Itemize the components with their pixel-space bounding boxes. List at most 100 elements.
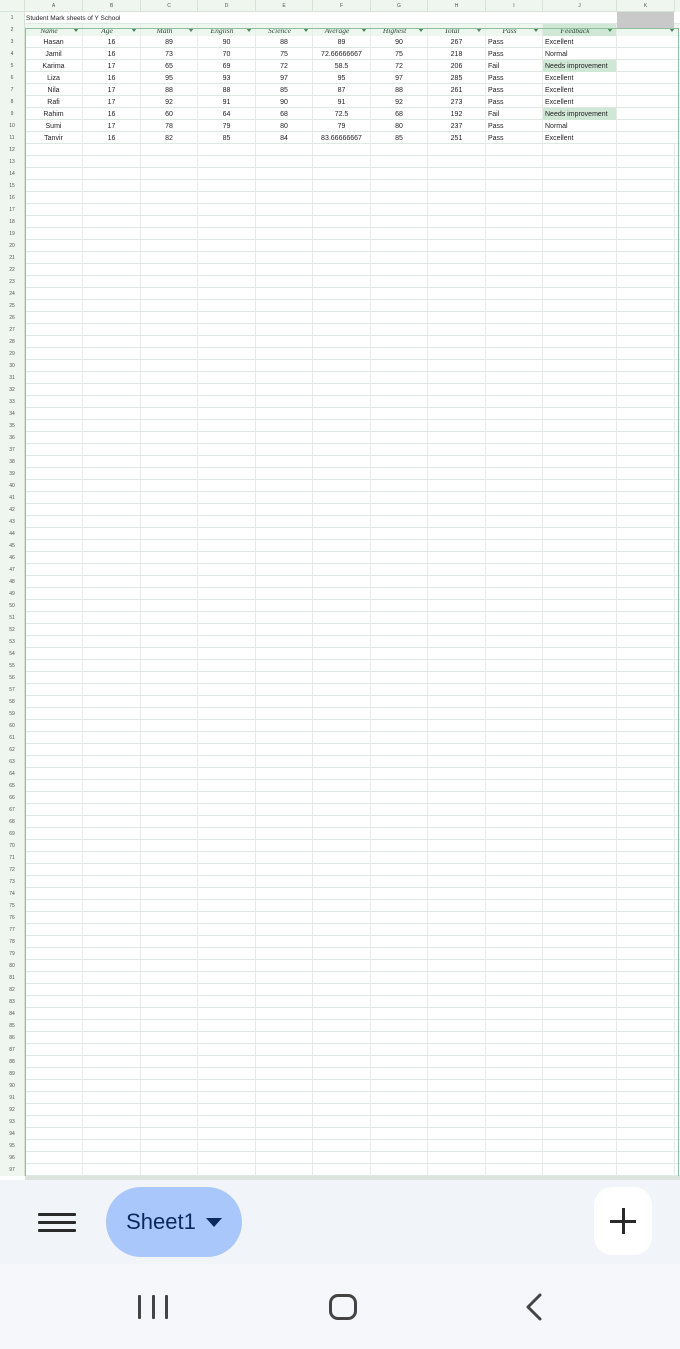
empty-cell[interactable] <box>25 876 83 888</box>
empty-cell[interactable] <box>371 528 428 540</box>
empty-cell[interactable] <box>617 1152 675 1164</box>
empty-cell[interactable] <box>428 636 486 648</box>
empty-cell[interactable] <box>428 1032 486 1044</box>
empty-cell[interactable] <box>141 948 198 960</box>
data-cell[interactable]: Excellent <box>543 36 617 48</box>
empty-cell[interactable] <box>617 408 675 420</box>
empty-cell[interactable] <box>543 624 617 636</box>
empty-cell[interactable] <box>313 348 371 360</box>
empty-cell[interactable] <box>428 720 486 732</box>
empty-cell[interactable] <box>428 576 486 588</box>
empty-cell[interactable] <box>313 588 371 600</box>
empty-cell[interactable] <box>141 600 198 612</box>
data-cell[interactable]: 17 <box>83 96 141 108</box>
empty-cell[interactable] <box>313 708 371 720</box>
empty-cell[interactable] <box>617 396 675 408</box>
row-header[interactable]: 89 <box>0 1068 25 1080</box>
empty-cell[interactable] <box>617 1080 675 1092</box>
empty-cell[interactable] <box>543 876 617 888</box>
empty-cell[interactable] <box>198 276 256 288</box>
empty-cell[interactable] <box>83 324 141 336</box>
empty-cell[interactable] <box>198 228 256 240</box>
empty-cell[interactable] <box>486 1080 543 1092</box>
empty-cell[interactable] <box>25 864 83 876</box>
empty-cell[interactable] <box>617 588 675 600</box>
empty-cell[interactable] <box>256 276 313 288</box>
data-cell[interactable]: 17 <box>83 84 141 96</box>
empty-cell[interactable] <box>141 540 198 552</box>
empty-cell[interactable] <box>313 252 371 264</box>
empty-cell[interactable] <box>428 852 486 864</box>
empty-cell[interactable] <box>428 792 486 804</box>
row-header[interactable]: 22 <box>0 264 25 276</box>
empty-cell[interactable] <box>617 348 675 360</box>
data-cell[interactable]: 88 <box>198 84 256 96</box>
empty-cell[interactable] <box>83 828 141 840</box>
empty-cell[interactable] <box>25 660 83 672</box>
empty-cell[interactable] <box>371 984 428 996</box>
data-cell[interactable]: Excellent <box>543 72 617 84</box>
empty-cell[interactable] <box>256 1056 313 1068</box>
data-cell[interactable]: 97 <box>256 72 313 84</box>
empty-cell[interactable] <box>543 1128 617 1140</box>
empty-cell[interactable] <box>371 672 428 684</box>
data-cell[interactable]: 218 <box>428 48 486 60</box>
empty-cell[interactable] <box>543 948 617 960</box>
data-cell[interactable]: Liza <box>25 72 83 84</box>
empty-cell[interactable] <box>256 816 313 828</box>
data-cell[interactable]: 68 <box>371 108 428 120</box>
empty-cell[interactable] <box>371 864 428 876</box>
empty-cell[interactable] <box>617 516 675 528</box>
empty-cell[interactable] <box>141 348 198 360</box>
empty-cell[interactable] <box>141 1032 198 1044</box>
empty-cell[interactable] <box>428 876 486 888</box>
empty-cell[interactable] <box>25 720 83 732</box>
empty-cell[interactable] <box>256 852 313 864</box>
empty-cell[interactable] <box>313 312 371 324</box>
data-cell[interactable]: Needs improvement <box>543 60 617 72</box>
empty-cell[interactable] <box>313 1056 371 1068</box>
empty-cell[interactable] <box>198 792 256 804</box>
empty-cell[interactable] <box>141 924 198 936</box>
empty-cell[interactable] <box>198 1104 256 1116</box>
empty-cell[interactable] <box>428 552 486 564</box>
empty-cell[interactable] <box>428 1140 486 1152</box>
empty-cell[interactable] <box>83 852 141 864</box>
row-header[interactable]: 43 <box>0 516 25 528</box>
empty-cell[interactable] <box>141 672 198 684</box>
empty-cell[interactable] <box>141 336 198 348</box>
filter-icon[interactable] <box>361 28 367 32</box>
empty-cell[interactable] <box>371 564 428 576</box>
empty-cell[interactable] <box>428 972 486 984</box>
empty-cell[interactable] <box>543 480 617 492</box>
empty-cell[interactable] <box>256 372 313 384</box>
empty-cell[interactable] <box>198 1056 256 1068</box>
empty-cell[interactable] <box>486 552 543 564</box>
data-cell[interactable]: 92 <box>141 96 198 108</box>
empty-cell[interactable] <box>313 1020 371 1032</box>
empty-cell[interactable] <box>617 768 675 780</box>
empty-cell[interactable] <box>371 588 428 600</box>
empty-cell[interactable] <box>543 168 617 180</box>
row-header[interactable]: 20 <box>0 240 25 252</box>
empty-cell[interactable] <box>83 480 141 492</box>
empty-cell[interactable] <box>83 528 141 540</box>
empty-cell[interactable] <box>486 204 543 216</box>
empty-cell[interactable] <box>83 276 141 288</box>
empty-cell[interactable] <box>486 684 543 696</box>
empty-cell[interactable] <box>256 168 313 180</box>
empty-cell[interactable] <box>141 240 198 252</box>
empty-cell[interactable] <box>25 576 83 588</box>
empty-cell[interactable] <box>198 480 256 492</box>
row-header[interactable]: 6 <box>0 72 25 84</box>
row-header[interactable]: 17 <box>0 204 25 216</box>
empty-cell[interactable] <box>543 804 617 816</box>
row-header[interactable]: 84 <box>0 1008 25 1020</box>
empty-cell[interactable] <box>198 1020 256 1032</box>
empty-cell[interactable] <box>25 540 83 552</box>
empty-cell[interactable] <box>486 816 543 828</box>
empty-cell[interactable] <box>486 888 543 900</box>
empty-cell[interactable] <box>617 888 675 900</box>
empty-cell[interactable] <box>371 336 428 348</box>
data-cell[interactable]: 72.5 <box>313 108 371 120</box>
